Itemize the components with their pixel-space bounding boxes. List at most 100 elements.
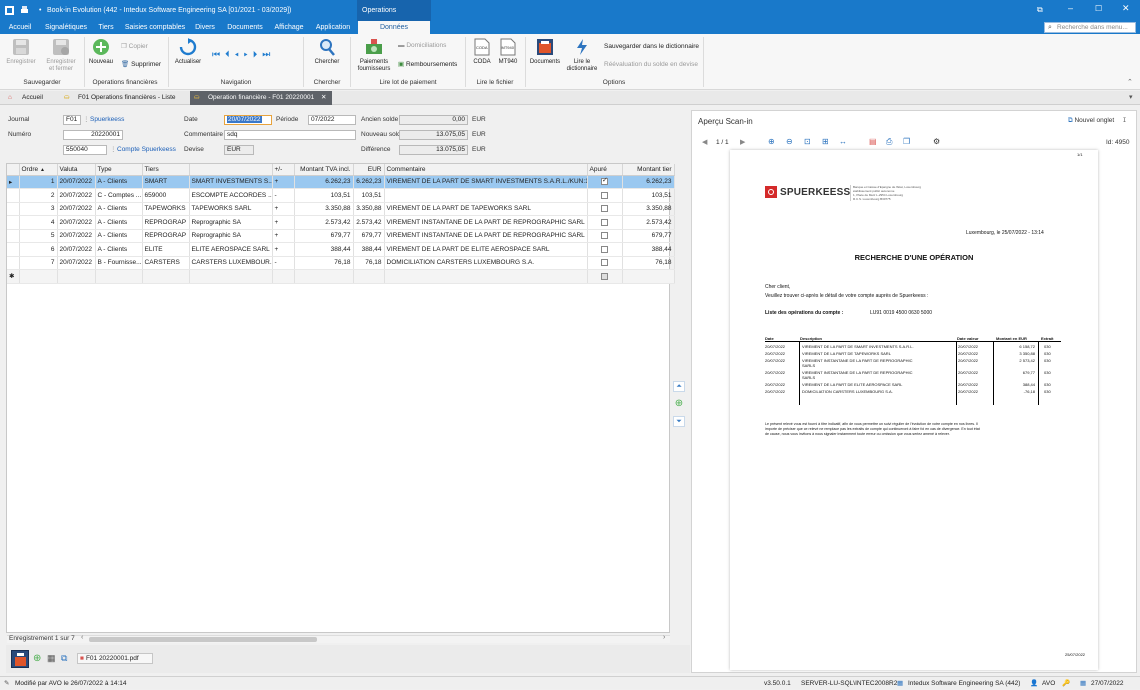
cell-type[interactable]: A - Clients <box>95 175 143 189</box>
menu-tab-documents[interactable]: Documents <box>225 21 265 34</box>
cell-cleared[interactable] <box>587 229 623 243</box>
prev-page-icon[interactable]: ◀ <box>702 138 707 146</box>
supplier-payments-button[interactable]: Paiements fournisseurs <box>354 38 394 73</box>
cell-cleared[interactable] <box>587 188 623 203</box>
scan-document-icon[interactable] <box>11 650 29 668</box>
cell-type[interactable]: A - Clients <box>95 202 143 216</box>
next-page-icon[interactable]: ⏵ <box>253 49 263 59</box>
copy-button[interactable]: ❐ Copier <box>121 42 148 50</box>
add-attachment-icon[interactable]: ⊕ <box>33 653 41 664</box>
cell-name[interactable]: Reprographic SA <box>189 215 273 230</box>
cell-type[interactable]: A - Clients <box>95 215 143 230</box>
doc-tab-operation[interactable]: ⛀ Operation financière - F01 20220001 ✕ <box>190 91 332 105</box>
col-type[interactable]: Type <box>95 164 143 176</box>
settings-icon[interactable]: ⚙ <box>933 137 940 146</box>
cell-valuta[interactable]: 20/07/2022 <box>57 229 96 243</box>
coda-button[interactable]: CODA CODA <box>470 38 494 66</box>
cell-amount[interactable]: 103,51 <box>294 188 354 203</box>
cell-valuta[interactable]: 20/07/2022 <box>57 175 96 189</box>
col-sign[interactable]: +/- <box>272 164 295 176</box>
pin-icon[interactable]: ⵊ <box>1123 117 1126 124</box>
table-row[interactable]: 3 20/07/2022 A - Clients TAPEWORKS TAPEWORKS… <box>7 202 675 216</box>
cell-tiers[interactable]: ELITE <box>142 242 190 257</box>
row-indicator[interactable] <box>7 188 20 203</box>
move-up-button[interactable]: ⏶ <box>673 381 685 392</box>
menu-tab-divers[interactable]: Divers <box>192 21 218 34</box>
col-tiers[interactable]: Tiers <box>142 164 190 176</box>
cell-amount[interactable]: 388,44 <box>294 242 354 257</box>
cell-valuta[interactable]: 20/07/2022 <box>57 202 96 216</box>
table-row[interactable]: ▸ 1 20/07/2022 A - Clients SMART SMART INVEST… <box>7 175 675 189</box>
row-indicator[interactable] <box>7 229 20 243</box>
cell-tiers[interactable]: REPROGRAP <box>142 215 190 230</box>
navigation-arrows[interactable]: ⏮⏴◂▸⏵⏭ <box>212 49 275 60</box>
cell-eur[interactable]: 388,44 <box>353 242 385 257</box>
new-row[interactable]: ✱ <box>7 269 675 284</box>
cell-sign[interactable]: + <box>272 242 295 257</box>
col-comment[interactable]: Commentaire <box>384 164 588 176</box>
qr-icon[interactable]: ▦ <box>47 653 56 664</box>
cell-tiers[interactable]: REPROGRAP <box>142 229 190 243</box>
menu-tab-affichage[interactable]: Affichage <box>271 21 307 34</box>
cell-ordre[interactable]: 4 <box>19 215 58 230</box>
table-row[interactable]: 6 20/07/2022 A - Clients ELITE ELITE AEROSPA… <box>7 242 675 257</box>
cell-sign[interactable]: + <box>272 215 295 230</box>
cell-cleared[interactable] <box>587 175 623 189</box>
table-row[interactable]: 2 20/07/2022 C - Comptes ... 659000 ESCOMPTE… <box>7 188 675 203</box>
cell-name[interactable]: TAPEWORKS SARL <box>189 202 273 216</box>
cell-valuta[interactable]: 20/07/2022 <box>57 256 96 270</box>
menu-tab-signaletiques[interactable]: Signalétiques <box>42 21 90 34</box>
cell-ordre[interactable]: 5 <box>19 229 58 243</box>
row-indicator[interactable]: ▸ <box>7 175 20 189</box>
cell-ordre[interactable]: 7 <box>19 256 58 270</box>
cell-tiers[interactable]: 659000 <box>142 188 190 203</box>
next-page-icon[interactable]: ▶ <box>740 138 745 146</box>
account-field[interactable]: 550040 <box>63 145 107 155</box>
row-indicator[interactable] <box>7 242 20 257</box>
maximize-button[interactable]: ☐ <box>1095 4 1102 13</box>
save-close-button[interactable]: Enregistrer et fermer <box>41 38 81 73</box>
journal-field[interactable]: F01 <box>63 115 81 125</box>
cell-comment[interactable]: VIREMENT DE LA PART DE ELITE AEROSPACE S… <box>384 242 588 257</box>
refresh-button[interactable]: Actualiser <box>172 38 204 66</box>
cell-sign[interactable]: + <box>272 229 295 243</box>
prev-icon[interactable]: ◂ <box>235 49 244 59</box>
cell-comment[interactable]: DOMICILIATION CARSTERS LUXEMBOURG S.A. <box>384 256 588 270</box>
cell-comment[interactable]: VIREMENT DE LA PART DE SMART INVESTMENTS… <box>384 175 588 189</box>
account-lookup-icon[interactable]: ⋮ <box>110 145 117 153</box>
new-row-cell[interactable] <box>95 269 143 284</box>
zoom-in-icon[interactable]: ⊕ <box>768 137 775 146</box>
cleared-checkbox[interactable] <box>601 205 608 213</box>
cell-sign[interactable]: + <box>272 202 295 216</box>
cleared-checkbox[interactable] <box>601 218 608 226</box>
cell-valuta[interactable]: 20/07/2022 <box>57 188 96 203</box>
scrollbar-thumb[interactable] <box>89 637 317 642</box>
revaluation-button[interactable]: Réévaluation du solde en devise <box>604 61 698 68</box>
tabs-dropdown-icon[interactable]: ▾ <box>1129 93 1133 101</box>
col-eur[interactable]: EUR <box>353 164 385 176</box>
cell-amount_tier[interactable]: 2.573,42 <box>622 215 675 230</box>
mt940-button[interactable]: MT940 MT940 <box>496 38 520 66</box>
menu-tab-tiers[interactable]: Tiers <box>94 21 118 34</box>
cell-name[interactable]: ESCOMPTE ACCORDES ... <box>189 188 273 203</box>
fit-page-icon[interactable]: ⊡ <box>804 137 811 146</box>
menu-tab-donnees[interactable]: Données <box>358 21 430 34</box>
delete-button[interactable]: 🗑 Supprimer <box>121 60 161 68</box>
row-indicator[interactable] <box>7 215 20 230</box>
cell-comment[interactable]: VIREMENT DE LA PART DE TAPEWORKS SARL <box>384 202 588 216</box>
journal-name-link[interactable]: Spuerkeess <box>90 116 124 123</box>
cell-cleared[interactable] <box>587 202 623 216</box>
scroll-left-icon[interactable]: ‹ <box>81 634 83 641</box>
cell-cleared[interactable] <box>587 215 623 230</box>
cell-name[interactable]: SMART INVESTMENTS S... <box>189 175 273 189</box>
col-amount-tier[interactable]: Montant tier <box>622 164 675 176</box>
cell-eur[interactable]: 679,77 <box>353 229 385 243</box>
cell-amount[interactable]: 2.573,42 <box>294 215 354 230</box>
cell-comment[interactable]: VIREMENT INSTANTANE DE LA PART DE REPROG… <box>384 229 588 243</box>
close-tab-icon[interactable]: ✕ <box>321 91 326 105</box>
cell-name[interactable]: Reprographic SA <box>189 229 273 243</box>
period-field[interactable]: 07/2022 <box>308 115 356 125</box>
cell-amount_tier[interactable]: 76,18 <box>622 256 675 270</box>
cell-type[interactable]: B - Fournisse... <box>95 256 143 270</box>
cleared-checkbox[interactable] <box>601 191 608 199</box>
